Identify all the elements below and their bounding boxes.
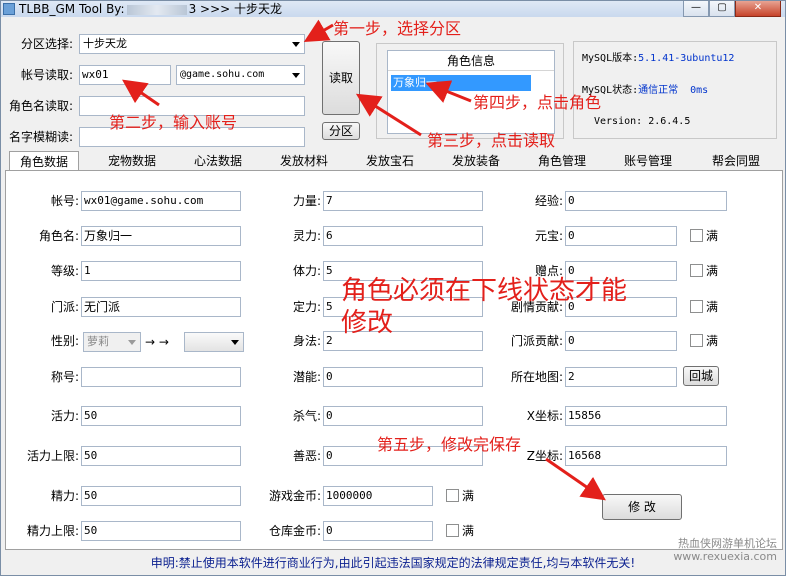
step1-arrow <box>303 19 334 43</box>
step4-annotation: 第四步，点击角色 <box>473 93 602 112</box>
step3-annotation: 第三步，点击读取 <box>427 131 556 150</box>
step4-arrow <box>425 80 472 103</box>
step2-arrow <box>122 79 160 107</box>
step5-annotation: 第五步，修改完保存 <box>377 435 522 454</box>
step1-annotation: 第一步，选择分区 <box>333 19 462 38</box>
main-window: TLBB_GM Tool By: 3 >>> 十步天龙 — ▢ ✕ 分区选择: 十… <box>0 0 786 576</box>
offline-notice-annotation: 角色必须在下线状态才能修改 <box>341 276 628 338</box>
step3-arrow <box>355 93 422 137</box>
step2-annotation: 第二步，输入账号 <box>109 113 238 132</box>
step5-arrow <box>545 457 606 501</box>
